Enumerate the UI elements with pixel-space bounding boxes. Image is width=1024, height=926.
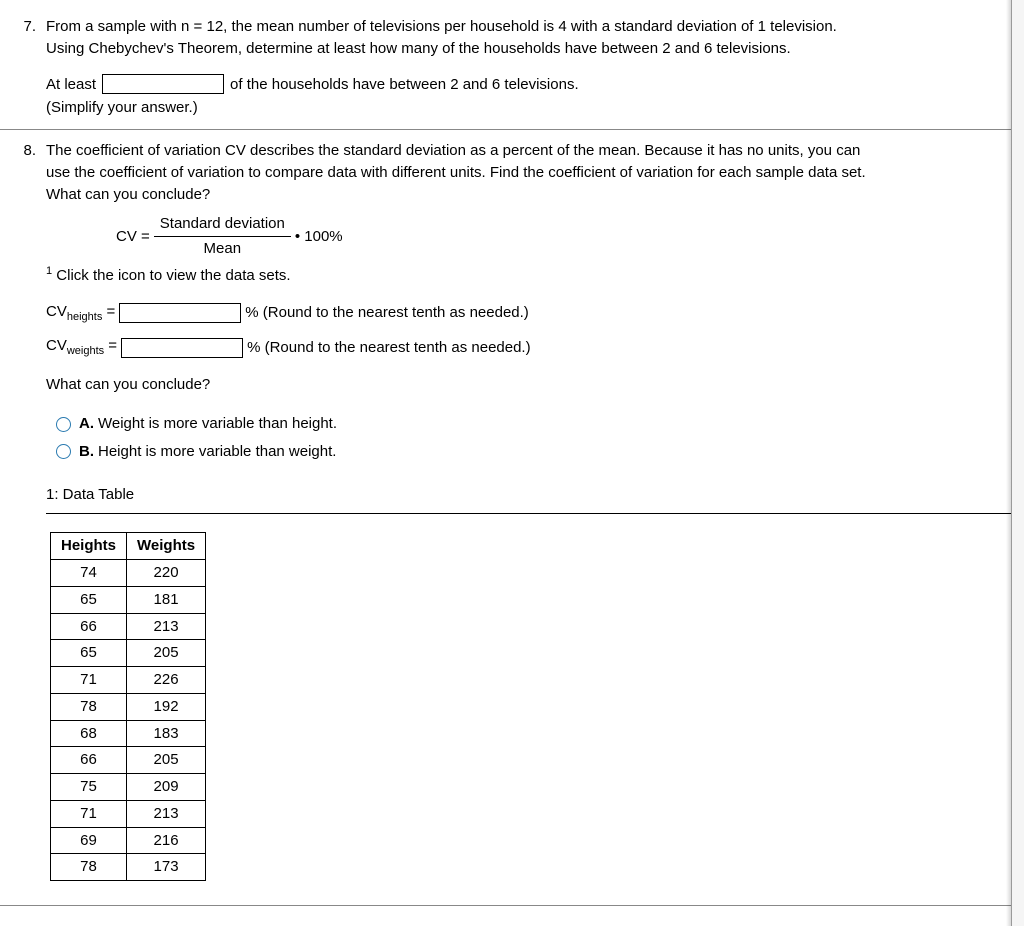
table-row: 78173 [51,854,206,881]
q8-prompt-line3: What can you conclude? [46,184,1012,206]
col-weights: Weights [127,533,206,560]
table-cell: 75 [51,774,127,801]
table-row: 78192 [51,693,206,720]
col-heights: Heights [51,533,127,560]
question-number-7: 7. [8,16,46,119]
table-cell: 213 [127,800,206,827]
table-row: 65205 [51,640,206,667]
option-b-row[interactable]: B.Height is more variable than weight. [56,438,1012,466]
cv-eq-label: CV = [116,226,150,248]
table-cell: 216 [127,827,206,854]
option-a-text: Weight is more variable than height. [98,415,337,432]
q8-prompt-line2: use the coefficient of variation to comp… [46,162,1012,184]
table-row: 66213 [51,613,206,640]
divider-bottom [0,905,1024,906]
formula-times-100: • 100% [295,226,343,248]
table-row: 68183 [51,720,206,747]
question-8: 8. The coefficient of variation CV descr… [0,134,1024,887]
q8-prompt-line1: The coefficient of variation CV describe… [46,140,1012,162]
table-cell: 66 [51,613,127,640]
table-cell: 226 [127,667,206,694]
data-table: Heights Weights 742206518166213652057122… [50,532,206,881]
formula-denominator: Mean [204,237,242,260]
conclude-prompt: What can you conclude? [46,374,1012,396]
table-cell: 69 [51,827,127,854]
cv-heights-round-note: % (Round to the nearest tenth as needed.… [245,302,529,324]
cv-heights-input[interactable] [119,303,241,323]
table-header-row: Heights Weights [51,533,206,560]
table-cell: 78 [51,693,127,720]
cv-formula: CV = Standard deviation Mean • 100% [116,213,1012,260]
option-a-label: A. [79,415,94,432]
divider [0,129,1024,130]
table-cell: 209 [127,774,206,801]
q7-atleast-post: of the households have between 2 and 6 t… [230,74,579,96]
cv-weights-label: CVweights = [46,335,117,360]
formula-numerator: Standard deviation [154,213,291,237]
table-row: 75209 [51,774,206,801]
table-cell: 205 [127,747,206,774]
table-row: 66205 [51,747,206,774]
table-cell: 213 [127,613,206,640]
table-cell: 65 [51,640,127,667]
table-cell: 71 [51,800,127,827]
table-row: 69216 [51,827,206,854]
q7-answer-input[interactable] [102,74,224,94]
q7-prompt-line1: From a sample with n = 12, the mean numb… [46,16,1012,38]
table-row: 71213 [51,800,206,827]
table-cell: 71 [51,667,127,694]
click-icon-note: 1 Click the icon to view the data sets. [46,264,1012,287]
table-rule [46,513,1012,514]
option-b-label: B. [79,443,94,460]
table-row: 71226 [51,667,206,694]
cv-heights-label: CVheights = [46,301,115,326]
right-margin [1011,0,1024,926]
table-cell: 74 [51,560,127,587]
table-cell: 78 [51,854,127,881]
table-cell: 173 [127,854,206,881]
table-cell: 183 [127,720,206,747]
table-cell: 192 [127,693,206,720]
table-row: 65181 [51,586,206,613]
cv-weights-round-note: % (Round to the nearest tenth as needed.… [247,337,531,359]
table-cell: 181 [127,586,206,613]
question-number-8: 8. [8,140,46,881]
option-a-row[interactable]: A.Weight is more variable than height. [56,410,1012,438]
option-b-text: Height is more variable than weight. [98,443,336,460]
q7-atleast-pre: At least [46,74,96,96]
table-row: 74220 [51,560,206,587]
table-cell: 65 [51,586,127,613]
table-cell: 220 [127,560,206,587]
cv-weights-input[interactable] [121,338,243,358]
data-table-title: 1: Data Table [46,484,1012,506]
radio-icon[interactable] [56,417,71,432]
q7-simplify-note: (Simplify your answer.) [46,97,1012,119]
q7-prompt-line2: Using Chebychev's Theorem, determine at … [46,38,1012,60]
table-cell: 68 [51,720,127,747]
table-cell: 205 [127,640,206,667]
question-7: 7. From a sample with n = 12, the mean n… [0,10,1024,125]
radio-icon[interactable] [56,444,71,459]
table-cell: 66 [51,747,127,774]
